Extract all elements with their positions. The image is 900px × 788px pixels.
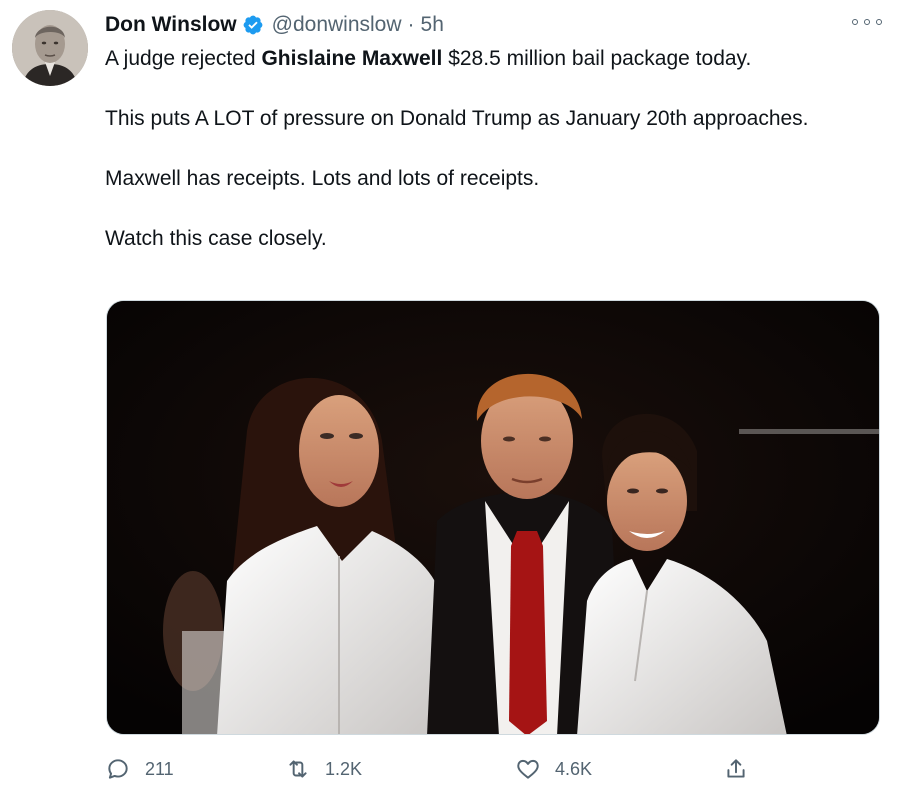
- timestamp[interactable]: 5h: [421, 13, 444, 37]
- tweet-paragraph-1: A judge rejected Ghislaine Maxwell $28.5…: [105, 44, 865, 74]
- reply-button[interactable]: 211: [105, 752, 174, 786]
- heart-icon: [517, 759, 539, 779]
- share-button[interactable]: [723, 752, 763, 786]
- tweet-paragraph-3: Maxwell has receipts. Lots and lots of r…: [105, 167, 540, 190]
- tweet-card[interactable]: Don Winslow @donwinslow · 5h A judge rej…: [0, 0, 900, 788]
- more-options-icon[interactable]: [852, 12, 882, 32]
- tweet-paragraph-2: This puts A LOT of pressure on Donald Tr…: [105, 107, 809, 130]
- avatar-portrait: [12, 10, 88, 86]
- avatar[interactable]: [12, 10, 88, 86]
- retweet-icon: [289, 760, 307, 778]
- tweet-text-bold: Ghislaine Maxwell: [261, 47, 443, 70]
- tweet-text-part: $28.5 million bail package today.: [442, 47, 752, 70]
- tweet-header: Don Winslow @donwinslow · 5h: [105, 10, 444, 40]
- reply-count: 211: [145, 758, 174, 779]
- tweet-text: A judge rejected Ghislaine Maxwell $28.5…: [105, 44, 865, 284]
- reply-icon: [108, 759, 128, 779]
- retweet-button[interactable]: 1.2K: [285, 752, 362, 786]
- tweet-text-part: A judge rejected: [105, 47, 262, 70]
- tweet-paragraph-4: Watch this case closely.: [105, 227, 327, 250]
- tweet-photo[interactable]: [106, 300, 880, 735]
- author-handle[interactable]: @donwinslow: [272, 13, 402, 37]
- verified-badge-icon: [242, 14, 264, 36]
- share-icon: [727, 759, 745, 778]
- author-name[interactable]: Don Winslow: [105, 13, 237, 37]
- separator: ·: [407, 13, 415, 36]
- like-count: 4.6K: [555, 758, 593, 779]
- retweet-count: 1.2K: [325, 758, 363, 779]
- like-button[interactable]: 4.6K: [515, 752, 592, 786]
- photo-three-people: [107, 301, 879, 734]
- tweet-actions: 211 1.2K 4.6K: [105, 752, 755, 786]
